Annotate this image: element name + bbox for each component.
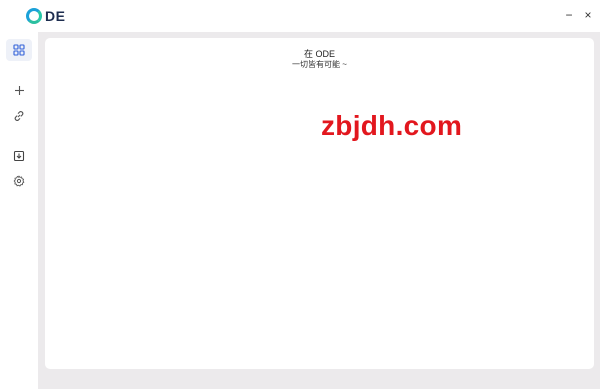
sidebar-item-settings[interactable] bbox=[6, 170, 32, 192]
link-icon bbox=[14, 111, 24, 121]
watermark-text: zbjdh.com bbox=[321, 110, 463, 141]
plus-icon bbox=[14, 85, 24, 95]
sidebar-item-dashboard[interactable] bbox=[6, 39, 32, 61]
close-button[interactable]: × bbox=[581, 8, 595, 22]
logo-ring-icon bbox=[26, 8, 42, 24]
sidebar-item-link[interactable] bbox=[6, 105, 32, 127]
sidebar-item-download[interactable] bbox=[6, 145, 32, 167]
app-logo: DE bbox=[26, 8, 65, 24]
gear-icon bbox=[13, 175, 25, 187]
grid-icon bbox=[13, 44, 25, 56]
download-icon bbox=[13, 150, 25, 162]
sidebar bbox=[0, 32, 38, 389]
title-bar: DE − × bbox=[0, 0, 600, 32]
logo-text: DE bbox=[45, 8, 66, 24]
minimize-button[interactable]: − bbox=[562, 8, 576, 22]
close-icon: × bbox=[584, 8, 592, 22]
page-subtitle: 一切皆有可能 ~ bbox=[292, 60, 347, 69]
main-panel: 在 ODE 一切皆有可能 ~ bbox=[45, 38, 594, 369]
minimize-icon: − bbox=[565, 8, 573, 22]
sidebar-item-add[interactable] bbox=[6, 79, 32, 101]
